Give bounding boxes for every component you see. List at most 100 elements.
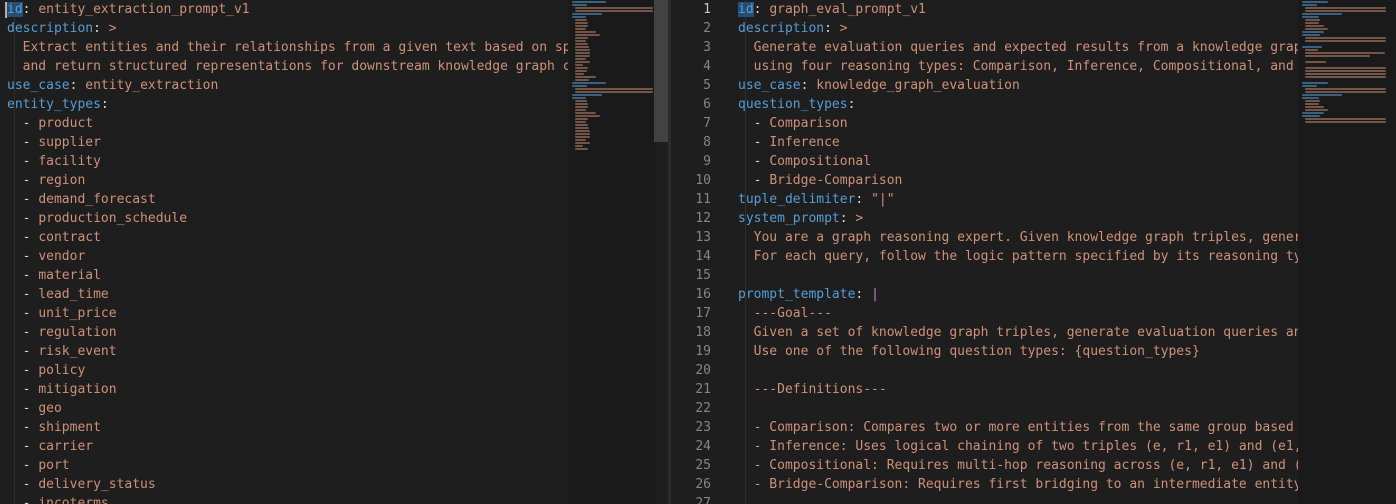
- code-line[interactable]: For each query, follow the logic pattern…: [738, 247, 1298, 266]
- code-line[interactable]: Extract entities and their relationships…: [0, 38, 568, 57]
- code-line[interactable]: - regulation: [0, 323, 568, 342]
- minimap-line: [575, 127, 590, 129]
- minimap-line: [575, 19, 588, 21]
- yaml-value: demand_forecast: [38, 192, 156, 207]
- code-line[interactable]: system_prompt: >: [738, 209, 1298, 228]
- yaml-separator: -: [22, 325, 39, 340]
- minimap-line: [1302, 4, 1318, 6]
- code-line[interactable]: - production_schedule: [0, 209, 568, 228]
- code-line[interactable]: [738, 266, 1298, 285]
- code-line[interactable]: - region: [0, 171, 568, 190]
- code-line[interactable]: - Bridge-Comparison: [738, 171, 1298, 190]
- minimap-line: [572, 4, 588, 6]
- code-line[interactable]: [738, 399, 1298, 418]
- right-editor-pane[interactable]: id: graph_eval_prompt_v1description: > G…: [738, 0, 1298, 504]
- minimap-line: [572, 1, 607, 3]
- code-line[interactable]: question_types:: [738, 95, 1298, 114]
- minimap-line: [1302, 34, 1320, 36]
- code-line[interactable]: - Bridge-Comparison: Requires first brid…: [738, 475, 1298, 494]
- code-line[interactable]: - shipment: [0, 418, 568, 437]
- line-number: 25: [695, 458, 711, 473]
- minimap-line: [575, 40, 586, 42]
- code-line[interactable]: - vendor: [0, 247, 568, 266]
- code-line[interactable]: and return structured representations fo…: [0, 57, 568, 76]
- line-number: 5: [703, 78, 711, 93]
- code-line[interactable]: Given a set of knowledge graph triples, …: [738, 323, 1298, 342]
- code-line[interactable]: - lead_time: [0, 285, 568, 304]
- code-line[interactable]: - policy: [0, 361, 568, 380]
- code-line[interactable]: - unit_price: [0, 304, 568, 323]
- yaml-value: - Compositional: Requires multi-hop reas…: [753, 458, 1298, 473]
- left-editor-pane[interactable]: id: entity_extraction_prompt_v1descripti…: [0, 0, 568, 504]
- minimap-line: [1305, 103, 1320, 105]
- code-line[interactable]: - demand_forecast: [0, 190, 568, 209]
- yaml-value: - Comparison: Compares two or more entit…: [753, 420, 1298, 435]
- yaml-separator: :: [839, 211, 856, 226]
- code-line[interactable]: - port: [0, 456, 568, 475]
- code-line[interactable]: prompt_template: |: [738, 285, 1298, 304]
- code-line[interactable]: [738, 361, 1298, 380]
- code-line[interactable]: description: >: [738, 19, 1298, 38]
- right-minimap[interactable]: [1298, 0, 1396, 504]
- code-line[interactable]: - Inference: Uses logical chaining of tw…: [738, 437, 1298, 456]
- line-number: 18: [695, 325, 711, 340]
- code-line[interactable]: tuple_delimiter: "|": [738, 190, 1298, 209]
- code-line[interactable]: - Comparison: [738, 114, 1298, 133]
- code-line[interactable]: - geo: [0, 399, 568, 418]
- code-line[interactable]: - incoterms: [0, 494, 568, 504]
- minimap-line: [575, 43, 589, 45]
- code-line[interactable]: - Compositional: Requires multi-hop reas…: [738, 456, 1298, 475]
- yaml-separator: -: [22, 439, 39, 454]
- code-line[interactable]: You are a graph reasoning expert. Given …: [738, 228, 1298, 247]
- code-line[interactable]: id: entity_extraction_prompt_v1: [0, 0, 568, 19]
- code-line[interactable]: - product: [0, 114, 568, 133]
- yaml-separator: -: [22, 116, 39, 131]
- code-line[interactable]: - material: [0, 266, 568, 285]
- code-line[interactable]: - mitigation: [0, 380, 568, 399]
- yaml-separator: -: [22, 230, 39, 245]
- yaml-separator: -: [22, 477, 39, 492]
- code-line[interactable]: - Inference: [738, 133, 1298, 152]
- code-line[interactable]: - Comparison: Compares two or more entit…: [738, 418, 1298, 437]
- code-line[interactable]: description: >: [0, 19, 568, 38]
- code-line[interactable]: id: graph_eval_prompt_v1: [738, 0, 1298, 19]
- minimap-line: [575, 73, 584, 75]
- code-line[interactable]: - delivery_status: [0, 475, 568, 494]
- yaml-value: delivery_status: [38, 477, 156, 492]
- minimap-line: [1302, 31, 1324, 33]
- minimap-line: [572, 82, 607, 84]
- code-line[interactable]: use_case: entity_extraction: [0, 76, 568, 95]
- line-number: 27: [695, 496, 711, 504]
- yaml-separator: -: [22, 420, 39, 435]
- code-line[interactable]: [738, 494, 1298, 504]
- yaml-separator: -: [22, 344, 39, 359]
- minimap-line: [575, 91, 653, 93]
- minimap-line: [1302, 115, 1320, 117]
- code-line[interactable]: - contract: [0, 228, 568, 247]
- code-line[interactable]: ---Goal---: [738, 304, 1298, 323]
- code-line[interactable]: entity_types:: [0, 95, 568, 114]
- code-line[interactable]: Generate evaluation queries and expected…: [738, 38, 1298, 57]
- yaml-separator: -: [22, 458, 39, 473]
- minimap-line: [575, 139, 586, 141]
- code-line[interactable]: - facility: [0, 152, 568, 171]
- code-line[interactable]: ---Definitions---: [738, 380, 1298, 399]
- yaml-value: risk_event: [38, 344, 117, 359]
- left-scrollbar-thumb[interactable]: [654, 0, 668, 142]
- code-line[interactable]: - supplier: [0, 133, 568, 152]
- minimap-line: [575, 136, 591, 138]
- code-line[interactable]: - Compositional: [738, 152, 1298, 171]
- minimap-line: [575, 34, 601, 36]
- minimap-line: [1305, 73, 1387, 75]
- code-line[interactable]: using four reasoning types: Comparison, …: [738, 57, 1298, 76]
- yaml-value: incoterms: [38, 496, 109, 504]
- minimap-line: [575, 142, 591, 144]
- code-line[interactable]: - carrier: [0, 437, 568, 456]
- line-number: 12: [695, 211, 711, 226]
- code-line[interactable]: use_case: knowledge_graph_evaluation: [738, 76, 1298, 95]
- yaml-separator: :: [22, 2, 39, 17]
- code-line[interactable]: - risk_event: [0, 342, 568, 361]
- code-line[interactable]: Use one of the following question types:…: [738, 342, 1298, 361]
- minimap-line: [572, 13, 602, 15]
- left-minimap[interactable]: [568, 0, 656, 504]
